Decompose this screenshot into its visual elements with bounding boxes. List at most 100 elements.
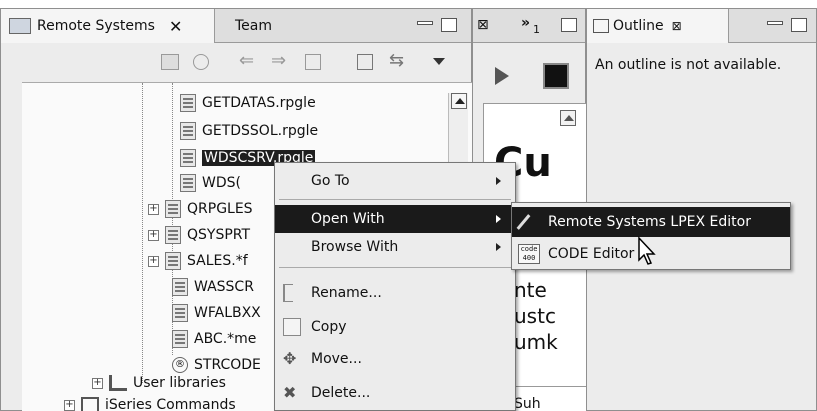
copy-icon <box>283 318 301 336</box>
tree-item-label: User libraries <box>133 375 226 391</box>
scroll-up-icon[interactable] <box>451 93 467 109</box>
pencil-icon <box>516 214 531 230</box>
tab-remote-systems-label: Remote Systems <box>37 18 155 34</box>
menu-item-rename[interactable]: Rename... <box>275 279 515 307</box>
remote-systems-icon <box>9 18 31 34</box>
message-file-icon <box>172 330 188 348</box>
forward-arrow-icon[interactable]: ⇒ <box>271 50 286 71</box>
expand-icon[interactable]: + <box>64 399 75 411</box>
menu-item-copy[interactable]: Copy <box>275 313 515 341</box>
close-icon[interactable]: ✕ <box>169 17 182 36</box>
tree-item[interactable]: + QRPGLES <box>148 195 253 223</box>
outline-message: An outline is not available. <box>595 57 782 73</box>
refresh-icon[interactable] <box>193 54 209 70</box>
maximize-icon[interactable] <box>791 18 807 32</box>
minimize-icon[interactable] <box>767 21 783 25</box>
menu-separator <box>279 267 511 268</box>
menu-item-label: Rename... <box>311 285 382 301</box>
chevron-overflow-icon[interactable]: » <box>521 15 530 31</box>
home-icon[interactable] <box>305 54 321 70</box>
source-member-icon <box>180 174 196 192</box>
menu-item-label: CODE Editor <box>548 246 635 262</box>
close-icon[interactable]: ⊠ <box>672 19 682 33</box>
move-icon: ✥ <box>283 349 297 368</box>
stop-icon[interactable] <box>543 63 569 89</box>
maximize-icon[interactable] <box>441 18 457 32</box>
tree-item-label: WFALBXX <box>194 305 261 321</box>
tree-item-label: iSeries Commands <box>105 397 236 411</box>
commands-icon <box>81 397 99 411</box>
outline-tabbar: Outline ⊠ <box>587 9 816 43</box>
menu-item-label: Move... <box>311 351 362 367</box>
tree-item-label: SALES.*f <box>187 253 248 269</box>
pinned-view-icon[interactable]: ⊠ <box>477 17 489 33</box>
view-toolbar: ⇐ ⇒ ⇆ <box>1 44 471 82</box>
tree-item[interactable]: GETDATAS.rpgle <box>180 89 316 117</box>
menu-item-label: Remote Systems LPEX Editor <box>548 214 751 230</box>
link-with-editor-icon[interactable]: ⇆ <box>389 50 404 71</box>
expand-icon[interactable]: + <box>148 229 159 241</box>
run-icon[interactable] <box>495 67 509 85</box>
tree-item-label: GETDSSOL.rpgle <box>202 123 319 139</box>
overflow-count: 1 <box>533 23 540 36</box>
source-member-icon <box>180 94 196 112</box>
tab-team[interactable]: Team <box>227 9 297 43</box>
source-member-icon <box>180 122 196 140</box>
menu-item-label: Go To <box>311 173 350 189</box>
tab-outline-label: Outline <box>613 18 664 34</box>
tree-item[interactable]: WASSCR <box>172 273 254 301</box>
code-icon-text: 400 <box>522 254 536 262</box>
source-member-icon <box>180 149 196 167</box>
context-menu: Go To Open With Browse With Rename... Co… <box>274 162 516 411</box>
editor-line: nte <box>514 278 547 302</box>
tab-outline[interactable]: Outline ⊠ <box>587 9 729 43</box>
menu-item-browse-with[interactable]: Browse With <box>275 233 515 261</box>
submenu-arrow-icon <box>496 243 501 251</box>
view-menu-icon[interactable] <box>433 58 445 65</box>
menu-item-open-with[interactable]: Open With <box>275 205 515 233</box>
delete-icon: ✖ <box>283 383 297 402</box>
maximize-icon[interactable] <box>561 18 577 32</box>
editor-line: ustc <box>514 304 556 328</box>
menu-item-delete[interactable]: ✖ Delete... <box>275 379 515 407</box>
tree-item[interactable]: + iSeries Commands <box>64 391 236 411</box>
expand-icon[interactable]: + <box>92 377 103 389</box>
object-icon <box>172 278 188 296</box>
menu-item-go-to[interactable]: Go To <box>275 167 515 195</box>
rename-icon <box>283 284 293 302</box>
expand-icon[interactable]: + <box>148 255 159 267</box>
menu-separator <box>279 199 511 200</box>
tree-item[interactable]: + SALES.*f <box>148 247 248 275</box>
tree-item[interactable]: WDS( <box>180 169 241 197</box>
submenu-arrow-icon <box>496 177 501 185</box>
code-editor-icon: code 400 <box>518 244 540 264</box>
tree-item[interactable]: ABC.*me <box>172 325 256 353</box>
tree-item-label: QSYSPRT <box>187 227 251 243</box>
menu-item-label: Copy <box>311 319 347 335</box>
tree-item[interactable]: + QSYSPRT <box>148 221 250 249</box>
tree-item-label: WDS( <box>202 175 241 191</box>
tree-item[interactable]: WFALBXX <box>172 299 261 327</box>
source-file-icon <box>165 200 181 218</box>
tree-item[interactable]: GETDSSOL.rpgle <box>180 117 318 145</box>
editor-scroll-up[interactable] <box>560 110 576 126</box>
editor-line: umk <box>514 330 558 354</box>
tab-team-label: Team <box>235 18 273 34</box>
tree-item-label: WASSCR <box>194 279 254 295</box>
expand-icon[interactable]: + <box>148 203 159 215</box>
minimize-icon[interactable] <box>417 21 433 25</box>
file-icon <box>165 226 181 244</box>
menu-item-lpex-editor[interactable]: Remote Systems LPEX Editor <box>512 207 790 237</box>
user-libraries-icon <box>109 375 127 391</box>
back-arrow-icon[interactable]: ⇐ <box>239 50 254 71</box>
collapse-all-icon[interactable] <box>357 54 373 70</box>
menu-item-move[interactable]: ✥ Move... <box>275 345 515 373</box>
file-icon <box>165 252 181 270</box>
tree-item-label: ABC.*me <box>194 331 257 347</box>
new-connection-icon[interactable] <box>161 54 179 70</box>
tab-remote-systems[interactable]: Remote Systems ✕ <box>1 9 215 43</box>
menu-item-label: Delete... <box>311 385 371 401</box>
menu-item-label: Browse With <box>311 239 399 255</box>
tree-item-label: GETDATAS.rpgle <box>202 95 316 111</box>
editor-line: Suh <box>514 396 541 411</box>
